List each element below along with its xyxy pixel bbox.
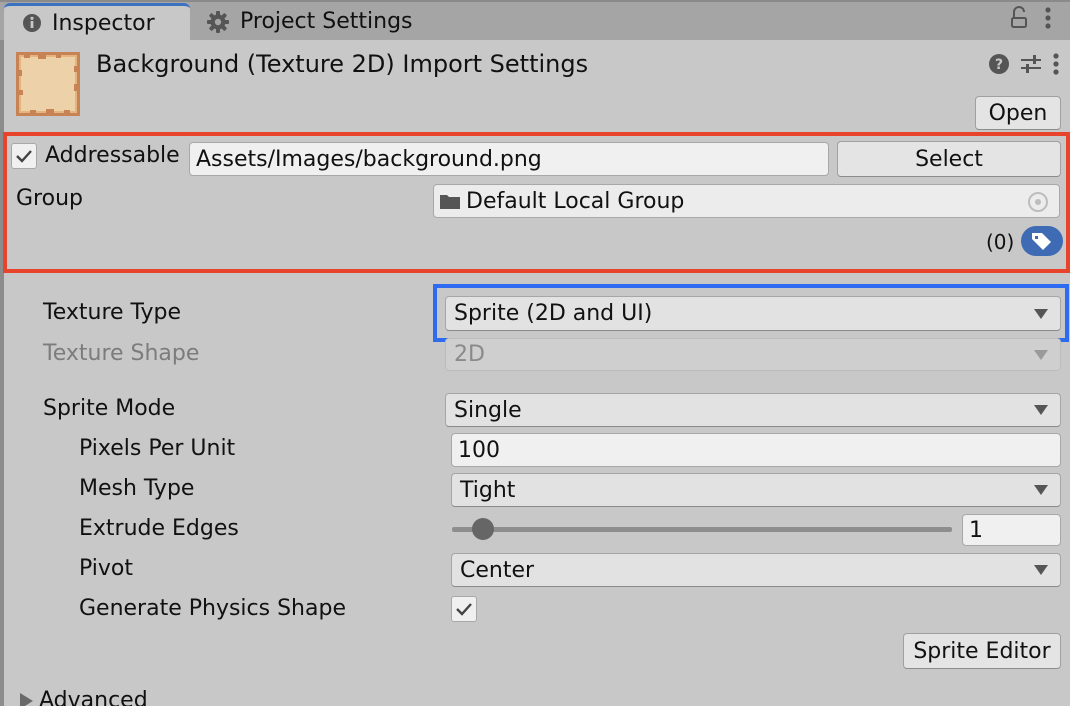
dropdown-value: 2D	[454, 342, 485, 367]
header-actions: ?	[988, 52, 1060, 82]
chevron-down-icon	[1034, 405, 1048, 415]
tab-inspector[interactable]: Inspector	[4, 3, 190, 40]
dropdown-value: Single	[454, 397, 522, 423]
dropdown-value: Center	[460, 557, 535, 583]
pivot-label: Pivot	[79, 556, 134, 581]
checkmark-icon	[456, 603, 472, 616]
extrude-edges-label: Extrude Edges	[79, 516, 239, 541]
addressable-checkbox[interactable]	[11, 143, 37, 169]
tab-label: Inspector	[52, 10, 155, 36]
info-icon	[22, 13, 42, 33]
sprite-mode-dropdown[interactable]: Single	[445, 393, 1061, 427]
kebab-menu-icon[interactable]	[1044, 6, 1052, 36]
gear-icon	[206, 10, 230, 34]
pixels-per-unit-input[interactable]: 100	[451, 433, 1061, 467]
chevron-down-icon	[1034, 308, 1048, 319]
preset-sliders-icon[interactable]	[1020, 53, 1042, 81]
dropdown-value: Sprite (2D and UI)	[454, 301, 653, 326]
folder-icon	[440, 193, 460, 209]
dropdown-value: Tight	[460, 477, 516, 503]
group-value: Default Local Group	[466, 188, 685, 214]
group-field[interactable]: Default Local Group	[433, 184, 1060, 218]
generate-physics-shape-checkbox[interactable]	[451, 596, 477, 622]
extrude-edges-slider-track[interactable]	[452, 527, 952, 532]
tab-actions	[1010, 6, 1052, 36]
lock-icon[interactable]	[1010, 6, 1028, 36]
texture-type-dropdown[interactable]: Sprite (2D and UI)	[445, 296, 1061, 331]
addressable-label: Addressable	[45, 143, 180, 168]
labels-button[interactable]	[1021, 226, 1063, 256]
object-picker-icon[interactable]	[1027, 191, 1049, 219]
sprite-mode-label: Sprite Mode	[43, 396, 176, 421]
page-title: Background (Texture 2D) Import Settings	[96, 50, 589, 78]
label-count: (0)	[986, 230, 1015, 254]
pivot-dropdown[interactable]: Center	[451, 553, 1061, 587]
foldout-arrow-icon	[20, 692, 33, 706]
select-button[interactable]: Select	[837, 141, 1061, 177]
advanced-label: Advanced	[39, 688, 148, 706]
texture-shape-label: Texture Shape	[43, 341, 200, 366]
tab-label: Project Settings	[240, 9, 413, 34]
texture-shape-dropdown: 2D	[445, 338, 1061, 371]
sprite-editor-button[interactable]: Sprite Editor	[903, 633, 1061, 669]
address-input[interactable]: Assets/Images/background.png	[189, 142, 829, 176]
chevron-down-icon	[1034, 485, 1048, 495]
kebab-menu-icon[interactable]	[1052, 52, 1060, 82]
chevron-down-icon	[1034, 349, 1048, 360]
svg-text:?: ?	[995, 57, 1003, 73]
texture-type-label: Texture Type	[43, 300, 182, 325]
extrude-edges-input[interactable]: 1	[962, 514, 1061, 546]
texture-thumbnail	[16, 52, 80, 116]
tag-icon	[1032, 233, 1051, 250]
generate-physics-shape-label: Generate Physics Shape	[79, 596, 346, 621]
open-button[interactable]: Open	[975, 96, 1061, 130]
advanced-foldout[interactable]: Advanced	[20, 688, 148, 706]
checkmark-icon	[16, 150, 32, 163]
help-icon[interactable]: ?	[988, 53, 1010, 81]
mesh-type-label: Mesh Type	[79, 476, 195, 501]
chevron-down-icon	[1034, 565, 1048, 575]
group-label: Group	[16, 186, 83, 211]
pixels-per-unit-label: Pixels Per Unit	[79, 436, 236, 461]
tab-project-settings[interactable]: Project Settings	[190, 3, 440, 40]
extrude-edges-slider-thumb[interactable]	[471, 518, 494, 540]
mesh-type-dropdown[interactable]: Tight	[451, 473, 1061, 507]
